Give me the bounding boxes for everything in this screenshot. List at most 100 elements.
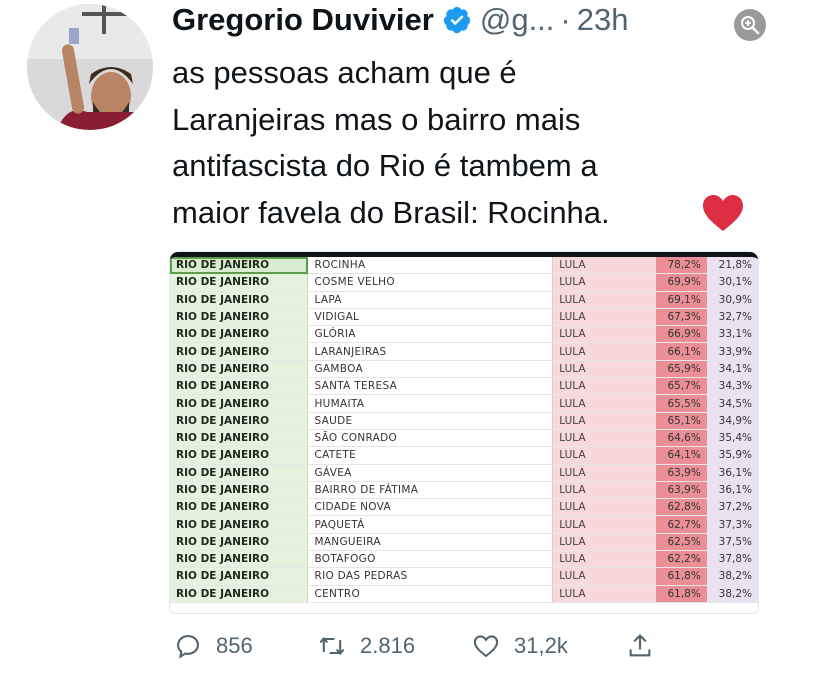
table-row: RIO DE JANEIRO VIDIGAL LULA 67,3% 32,7%	[170, 308, 758, 327]
bairro-cell: GÁVEA	[307, 464, 553, 482]
author-handle[interactable]: @g...	[480, 2, 555, 38]
like-icon	[473, 635, 499, 658]
candidate-cell: LULA	[552, 464, 656, 482]
state-cell: RIO DE JANEIRO	[170, 291, 309, 309]
other-percent-cell: 36,1%	[706, 464, 758, 482]
candidate-cell: LULA	[552, 567, 656, 586]
table-row: RIO DE JANEIRO MANGUEIRA LULA 62,5% 37,5%	[170, 533, 758, 552]
state-cell: RIO DE JANEIRO	[170, 585, 309, 603]
election-results-table: RIO DE JANEIRO ROCINHA LULA 78,2% 21,8% RIO D…	[170, 257, 758, 603]
lula-percent-cell: 66,1%	[655, 342, 707, 361]
lula-percent-cell: 65,9%	[655, 360, 707, 379]
table-row: RIO DE JANEIRO CIDADE NOVA LULA 62,8% 37,2%	[170, 498, 758, 517]
lula-percent-cell: 65,5%	[655, 394, 707, 413]
table-row: RIO DE JANEIRO BOTAFOGO LULA 62,2% 37,8%	[170, 550, 758, 569]
lula-percent-cell: 61,8%	[655, 567, 707, 586]
share-button[interactable]	[626, 628, 654, 664]
candidate-cell: LULA	[552, 257, 656, 275]
other-percent-cell: 34,5%	[706, 394, 758, 413]
bairro-cell: LAPA	[307, 291, 553, 309]
table-row: RIO DE JANEIRO PAQUETÁ LULA 62,7% 37,3%	[170, 515, 758, 534]
lula-percent-cell: 62,2%	[655, 550, 707, 569]
bairro-cell: SAUDE	[307, 412, 553, 430]
table-row: RIO DE JANEIRO ROCINHA LULA 78,2% 21,8%	[170, 257, 758, 275]
verified-badge-icon	[442, 5, 472, 35]
state-cell: RIO DE JANEIRO	[170, 360, 309, 379]
state-cell: RIO DE JANEIRO	[170, 273, 309, 292]
reply-button[interactable]: 856	[174, 628, 253, 664]
lula-percent-cell: 67,3%	[655, 308, 707, 327]
lula-percent-cell: 64,1%	[655, 446, 707, 465]
candidate-cell: LULA	[552, 360, 656, 379]
candidate-cell: LULA	[552, 481, 656, 500]
bairro-cell: GLÓRIA	[307, 325, 553, 344]
other-percent-cell: 33,1%	[706, 325, 758, 344]
lula-percent-cell: 69,9%	[655, 273, 707, 292]
state-cell: RIO DE JANEIRO	[170, 498, 309, 517]
author-name[interactable]: Gregorio Duvivier	[172, 2, 434, 38]
state-cell: RIO DE JANEIRO	[170, 342, 309, 361]
candidate-cell: LULA	[552, 291, 656, 309]
separator-dot: ·	[560, 2, 571, 37]
bairro-cell: HUMAITA	[307, 394, 553, 413]
table-row: RIO DE JANEIRO LARANJEIRAS LULA 66,1% 33,9%	[170, 342, 758, 361]
retweet-icon	[319, 637, 345, 655]
bairro-cell: PAQUETÁ	[307, 515, 553, 534]
table-row: RIO DE JANEIRO SÃO CONRADO LULA 64,6% 35,4%	[170, 429, 758, 448]
candidate-cell: LULA	[552, 325, 656, 344]
like-button[interactable]: 31,2k	[472, 628, 568, 664]
tweet-actions-bar: 856 2.816 31,2k	[172, 628, 772, 664]
table-row: RIO DE JANEIRO BAIRRO DE FÁTIMA LULA 63,9% 3…	[170, 481, 758, 500]
lula-percent-cell: 62,5%	[655, 533, 707, 552]
bairro-cell: GAMBOA	[307, 360, 553, 379]
tweet-timestamp[interactable]: 23h	[577, 2, 629, 38]
state-cell: RIO DE JANEIRO	[170, 412, 309, 430]
bairro-cell: BAIRRO DE FÁTIMA	[307, 481, 553, 500]
state-cell: RIO DE JANEIRO	[170, 550, 309, 569]
state-cell: RIO DE JANEIRO	[170, 377, 309, 396]
candidate-cell: LULA	[552, 533, 656, 552]
bairro-cell: VIDIGAL	[307, 308, 553, 327]
other-percent-cell: 38,2%	[706, 585, 758, 603]
table-row: RIO DE JANEIRO COSME VELHO LULA 69,9% 30,1%	[170, 273, 758, 292]
other-percent-cell: 37,5%	[706, 533, 758, 552]
other-percent-cell: 37,8%	[706, 550, 758, 569]
other-percent-cell: 34,3%	[706, 377, 758, 396]
candidate-cell: LULA	[552, 394, 656, 413]
lula-percent-cell: 62,7%	[655, 515, 707, 534]
reply-icon	[177, 635, 199, 659]
lula-percent-cell: 69,1%	[655, 291, 707, 309]
state-cell: RIO DE JANEIRO	[170, 308, 309, 327]
table-row: RIO DE JANEIRO SAUDE LULA 65,1% 34,9%	[170, 412, 758, 430]
share-icon	[629, 634, 651, 657]
other-percent-cell: 32,7%	[706, 308, 758, 327]
candidate-cell: LULA	[552, 515, 656, 534]
state-cell: RIO DE JANEIRO	[170, 567, 309, 586]
other-percent-cell: 34,9%	[706, 412, 758, 430]
bairro-cell: CENTRO	[307, 585, 553, 603]
bairro-cell: CATETE	[307, 446, 553, 465]
author-avatar[interactable]	[27, 4, 153, 130]
lula-percent-cell: 63,9%	[655, 464, 707, 482]
retweet-button[interactable]: 2.816	[318, 628, 415, 664]
table-row: RIO DE JANEIRO CENTRO LULA 61,8% 38,2%	[170, 585, 758, 603]
state-cell: RIO DE JANEIRO	[170, 533, 309, 552]
state-cell: RIO DE JANEIRO	[170, 446, 309, 465]
like-count: 31,2k	[514, 633, 568, 658]
other-percent-cell: 38,2%	[706, 567, 758, 586]
state-cell: RIO DE JANEIRO	[170, 325, 309, 344]
tweet-header: Gregorio Duvivier @g... · 23h	[172, 0, 628, 40]
attached-table-image[interactable]: RIO DE JANEIRO ROCINHA LULA 78,2% 21,8% RIO D…	[170, 252, 758, 613]
state-cell: RIO DE JANEIRO	[170, 429, 309, 448]
other-percent-cell: 34,1%	[706, 360, 758, 379]
candidate-cell: LULA	[552, 342, 656, 361]
candidate-cell: LULA	[552, 498, 656, 517]
candidate-cell: LULA	[552, 308, 656, 327]
bairro-cell: RIO DAS PEDRAS	[307, 567, 553, 586]
other-percent-cell: 35,4%	[706, 429, 758, 448]
zoom-in-icon[interactable]	[734, 9, 766, 41]
state-cell: RIO DE JANEIRO	[170, 394, 309, 413]
other-percent-cell: 21,8%	[706, 257, 758, 275]
state-cell: RIO DE JANEIRO	[170, 481, 309, 500]
table-row: RIO DE JANEIRO GLÓRIA LULA 66,9% 33,1%	[170, 325, 758, 344]
